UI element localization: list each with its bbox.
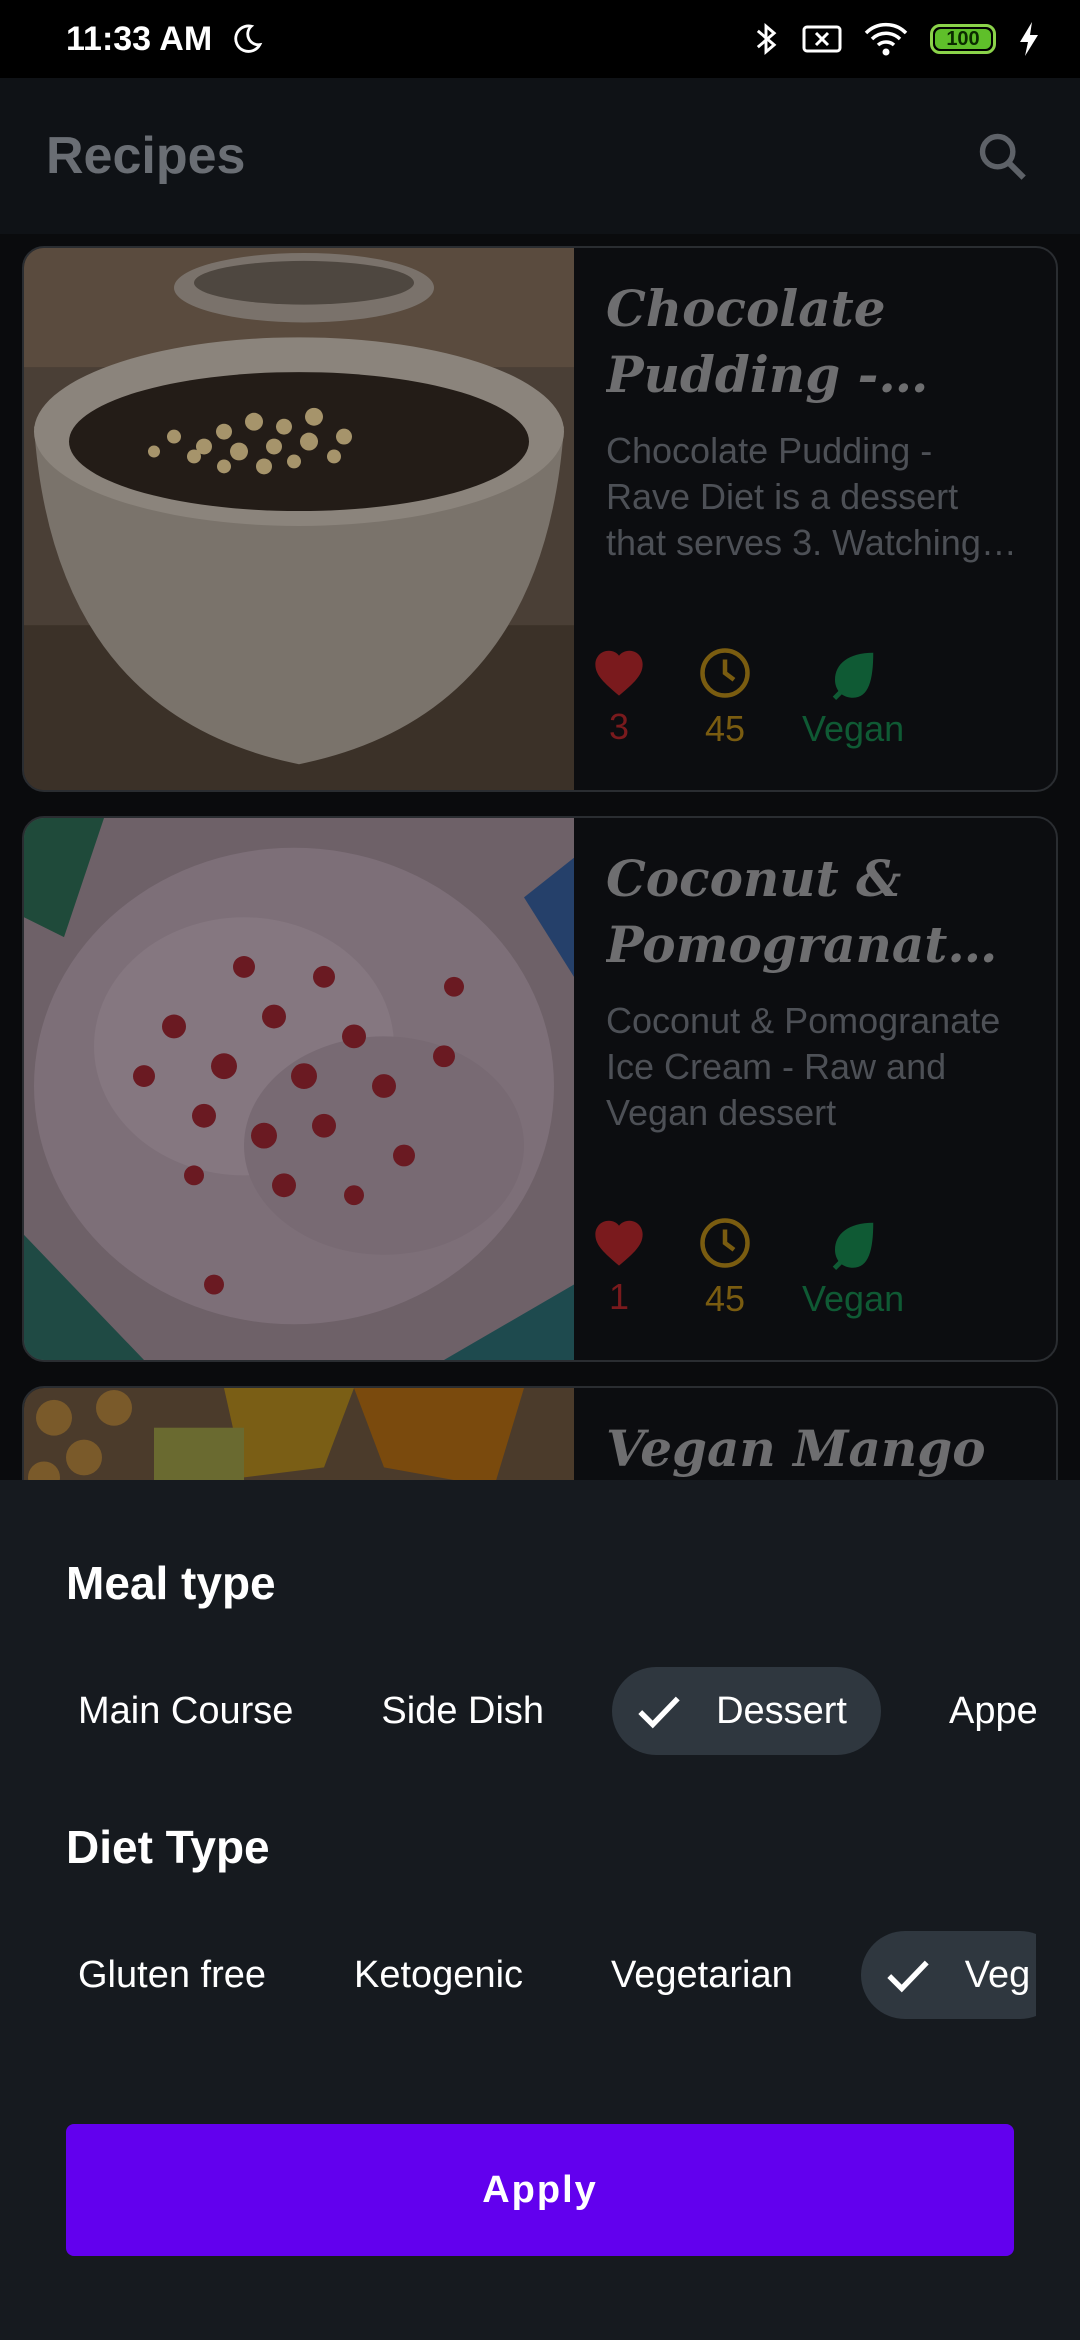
- diet-type-chip-group[interactable]: Gluten free Ketogenic Vegetarian Veg: [58, 1930, 1036, 2020]
- recipe-card[interactable]: Vegan Mango: [22, 1386, 1058, 1480]
- status-time: 11:33 AM: [66, 19, 213, 58]
- chip-label: Veg: [964, 1953, 1031, 1996]
- cook-time: 45: [704, 708, 746, 749]
- likes-count: 1: [608, 1276, 630, 1317]
- check-icon: [638, 1696, 680, 1729]
- chip-side-dish[interactable]: Side Dish: [361, 1667, 564, 1755]
- search-icon: [979, 133, 1026, 180]
- chip-vegan[interactable]: Veg: [860, 1931, 1036, 2019]
- page-title: Recipes: [46, 127, 246, 185]
- vegan-stat: Vegan: [802, 646, 904, 750]
- recipe-card-body: Coconut & Pomogranate Ice Cream Coconut …: [574, 818, 1056, 1360]
- recipe-description: Coconut & Pomogranate Ice Cream - Raw an…: [606, 1000, 1001, 1133]
- app-bar: Recipes: [0, 78, 1080, 234]
- recipe-stats: 1 45 Vegan: [590, 1216, 954, 1320]
- chip-ketogenic[interactable]: Ketogenic: [334, 1931, 543, 2019]
- chip-appetizer[interactable]: Appet: [929, 1667, 1036, 1755]
- wifi-icon: [864, 22, 908, 56]
- recipe-title: Vegan Mango: [606, 1419, 986, 1478]
- recipe-description: Chocolate Pudding - Rave Diet is a desse…: [606, 430, 981, 563]
- heart-icon: [595, 1220, 643, 1266]
- time-stat: 45: [698, 646, 752, 750]
- heart-icon: [595, 650, 643, 696]
- recipe-list[interactable]: Chocolate Pudding - Rave Diet Chocolate …: [0, 234, 1080, 1480]
- recipe-image: [24, 1388, 574, 1480]
- recipe-card[interactable]: Chocolate Pudding - Rave Diet Chocolate …: [22, 246, 1058, 792]
- bluetooth-icon: [756, 22, 777, 56]
- search-button[interactable]: [970, 124, 1034, 188]
- leaf-icon: [832, 1222, 874, 1270]
- diet-label: Vegan: [802, 708, 905, 749]
- cook-time: 45: [704, 1278, 746, 1319]
- sim-x-icon: [802, 25, 842, 53]
- battery-indicator: 100: [930, 24, 996, 54]
- diet-type-heading: Diet Type: [66, 1821, 270, 1873]
- likes-stat: 3: [590, 646, 648, 750]
- meal-type-heading: Meal type: [66, 1557, 276, 1609]
- leaf-icon: [832, 652, 874, 700]
- recipe-title: Coconut & Pomogranate Ice Cream: [606, 849, 980, 974]
- meal-type-chip-group[interactable]: Main Course Side Dish Dessert Appet: [58, 1666, 1036, 1756]
- battery-level: 100: [946, 27, 980, 50]
- recipe-card-body: Chocolate Pudding - Rave Diet Chocolate …: [574, 248, 1056, 790]
- likes-stat: 1: [590, 1216, 648, 1320]
- check-icon: [887, 1960, 929, 1993]
- moon-icon: [234, 24, 263, 53]
- chip-dessert[interactable]: Dessert: [612, 1667, 881, 1755]
- recipe-image: [24, 818, 574, 1360]
- recipe-image: [24, 248, 574, 790]
- recipe-title: Chocolate Pudding - Rave Diet: [606, 279, 886, 404]
- clock-icon: [700, 648, 750, 698]
- filter-bottom-sheet: Meal type Main Course Side Dish Dessert …: [0, 1480, 1080, 2340]
- recipe-card-body: Vegan Mango: [574, 1388, 1056, 1480]
- vegan-stat: Vegan: [802, 1216, 904, 1320]
- chip-main-course[interactable]: Main Course: [58, 1667, 313, 1755]
- chip-gluten-free[interactable]: Gluten free: [58, 1931, 286, 2019]
- chip-vegetarian[interactable]: Vegetarian: [591, 1931, 813, 2019]
- clock-icon: [700, 1218, 750, 1268]
- chip-label: Dessert: [716, 1689, 847, 1732]
- apply-button[interactable]: Apply: [66, 2124, 1014, 2256]
- status-bar: 11:33 AM 100: [0, 0, 1080, 78]
- recipe-card[interactable]: Coconut & Pomogranate Ice Cream Coconut …: [22, 816, 1058, 1362]
- recipe-stats: 3 45 Vegan: [590, 646, 954, 750]
- likes-count: 3: [608, 706, 630, 747]
- charging-icon: [1020, 22, 1038, 56]
- diet-label: Vegan: [802, 1278, 905, 1319]
- time-stat: 45: [698, 1216, 752, 1320]
